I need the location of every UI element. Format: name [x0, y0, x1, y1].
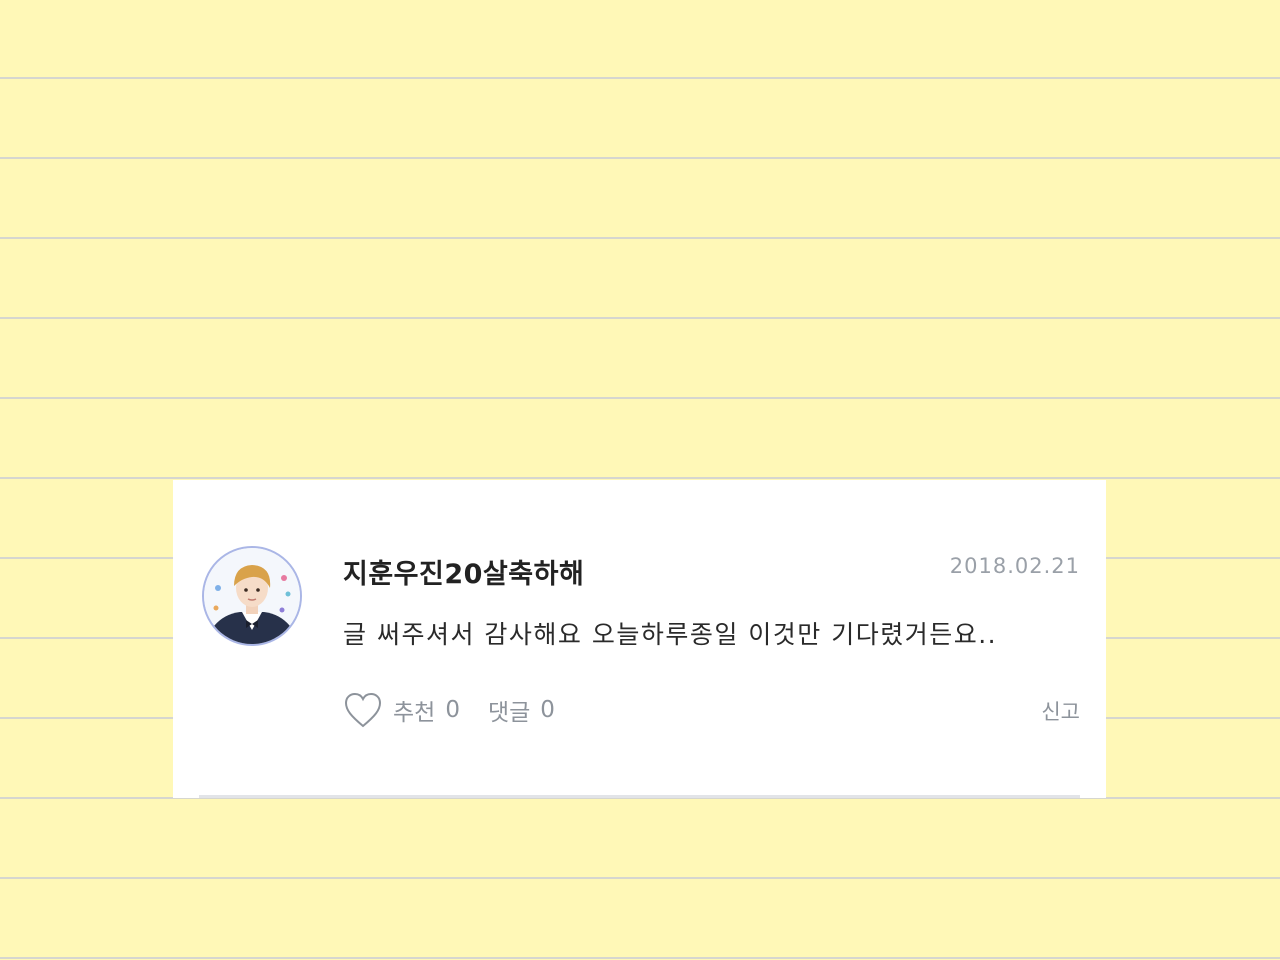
- heart-outline-icon: [343, 691, 383, 729]
- like-button[interactable]: 추천 0: [343, 691, 460, 729]
- comment-actions: 추천 0 댓글 0: [343, 690, 573, 730]
- comment-author[interactable]: 지훈우진20살축하해: [343, 552, 584, 591]
- reply-count: 0: [540, 697, 555, 723]
- like-label: 추천: [393, 700, 436, 726]
- avatar[interactable]: [202, 546, 302, 646]
- report-button[interactable]: 신고: [1041, 696, 1080, 726]
- card-divider: [199, 795, 1080, 798]
- reply-label: 댓글: [487, 700, 531, 726]
- like-count: 0: [445, 697, 460, 723]
- reply-button[interactable]: 댓글 0: [488, 693, 555, 727]
- comment-text: 글 써주셔서 감사해요 오늘하루종일 이것만 기다렸거든요..: [343, 620, 998, 649]
- comment-date: 2018.02.21: [949, 554, 1080, 578]
- profile-photo-icon: [204, 548, 300, 644]
- comment-card: 지훈우진20살축하해 2018.02.21 글 써주셔서 감사해요 오늘하루종일…: [173, 480, 1106, 798]
